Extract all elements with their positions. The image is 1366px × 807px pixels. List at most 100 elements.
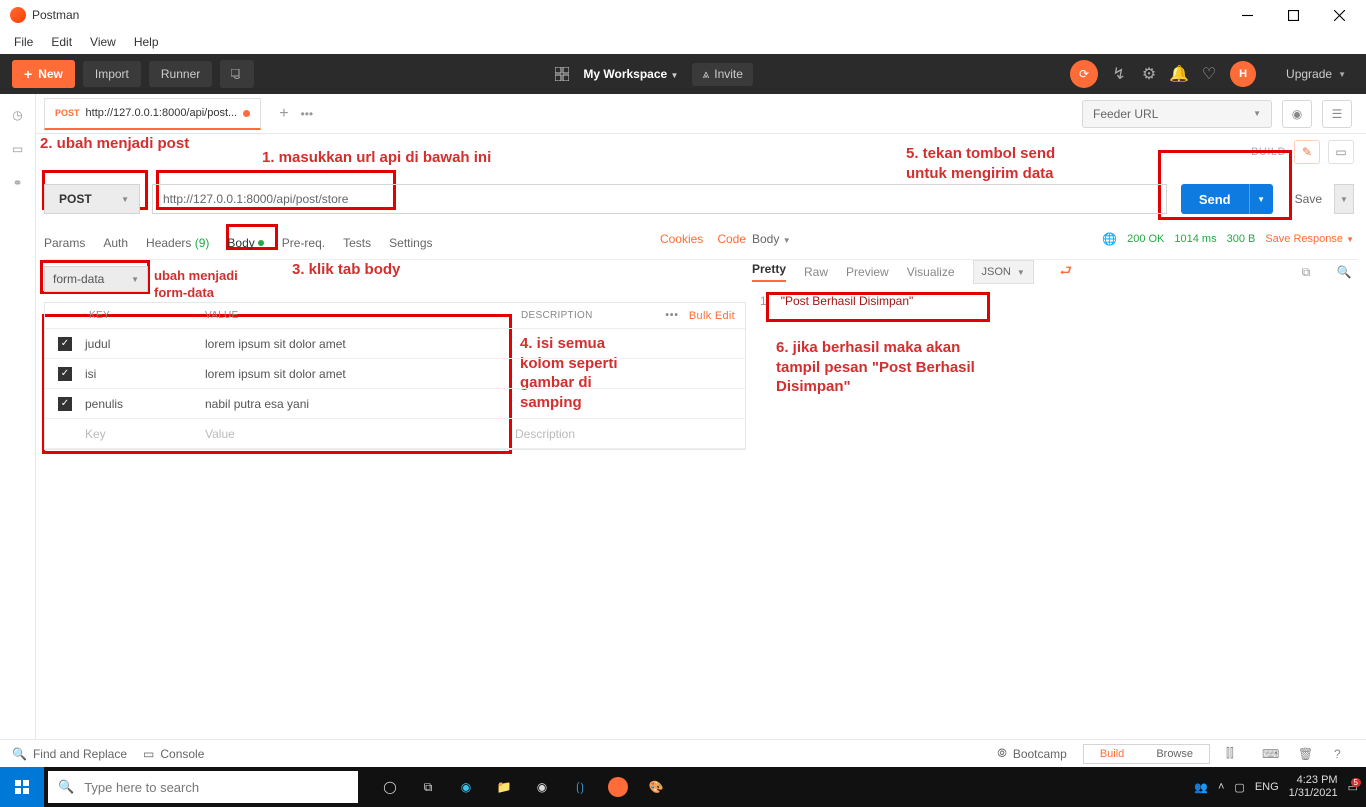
response-body-label[interactable]: Body ▼ <box>752 232 791 246</box>
console-icon: ▭ <box>143 747 154 761</box>
tray-lang[interactable]: ENG <box>1255 781 1279 793</box>
workspace-dropdown[interactable]: My Workspace ▼ <box>583 67 678 81</box>
send-button[interactable]: Send <box>1181 184 1249 214</box>
trash-icon[interactable]: 🗑 <box>1298 747 1318 761</box>
menu-view[interactable]: View <box>84 33 122 51</box>
chrome-icon[interactable]: ◉ <box>528 773 556 801</box>
table-row[interactable]: ✓ penulis nabil putra esa yani <box>45 389 745 419</box>
tab-headers[interactable]: Headers (9) <box>146 236 209 256</box>
runner-button[interactable]: Runner <box>149 61 212 87</box>
import-button[interactable]: Import <box>83 61 141 87</box>
explorer-icon[interactable]: 📁 <box>490 773 518 801</box>
body-type-select[interactable]: form-data▼ <box>44 266 148 292</box>
new-button[interactable]: +New <box>12 60 75 88</box>
tray-expand-icon[interactable]: ˄ <box>1218 781 1224 793</box>
resp-tab-raw[interactable]: Raw <box>804 265 828 279</box>
menu-edit[interactable]: Edit <box>45 33 78 51</box>
tab-body[interactable]: Body <box>227 236 263 256</box>
row-checkbox[interactable]: ✓ <box>58 397 72 411</box>
request-tab[interactable]: POST http://127.0.0.1:8000/api/post... <box>44 98 261 130</box>
env-settings-button[interactable]: ☰ <box>1322 100 1352 128</box>
method-select[interactable]: POST▼ <box>44 184 140 214</box>
menu-file[interactable]: File <box>8 33 39 51</box>
send-dropdown[interactable]: ▼ <box>1249 184 1273 214</box>
annotation-2: 2. ubah menjadi post <box>40 134 189 154</box>
user-avatar[interactable]: H <box>1230 61 1256 87</box>
window-close[interactable] <box>1316 0 1362 30</box>
globe-icon[interactable]: 🌐 <box>1102 232 1117 246</box>
row-checkbox[interactable]: ✓ <box>58 337 72 351</box>
wrap-icon[interactable]: ⮐ <box>1052 260 1080 284</box>
response-panel: Body ▼ 🌐 200 OK 1014 ms 300 B Save Respo… <box>752 232 1354 308</box>
row-checkbox[interactable]: ✓ <box>58 367 72 381</box>
paint-icon[interactable]: 🎨 <box>642 773 670 801</box>
app-icon <box>10 7 26 23</box>
settings-icon[interactable]: ⚙ <box>1140 65 1158 83</box>
favorite-icon[interactable]: ♡ <box>1200 65 1218 83</box>
response-format-select[interactable]: JSON▼ <box>973 260 1034 284</box>
sync-button[interactable]: ⟳ <box>1070 60 1098 88</box>
tab-auth[interactable]: Auth <box>103 236 128 256</box>
notifications-icon[interactable]: 🔔 <box>1170 65 1188 83</box>
upgrade-button[interactable]: Upgrade▼ <box>1278 61 1354 87</box>
tray-people-icon[interactable]: 👥 <box>1194 781 1208 794</box>
postman-icon[interactable] <box>604 773 632 801</box>
table-row[interactable]: ✓ isi lorem ipsum sit dolor amet <box>45 359 745 389</box>
keyboard-icon[interactable]: ⌨ <box>1262 747 1282 761</box>
tray-battery-icon[interactable]: ▢ <box>1234 781 1244 794</box>
resp-tab-pretty[interactable]: Pretty <box>752 262 786 282</box>
build-label: BUILD <box>1251 146 1286 158</box>
window-minimize[interactable] <box>1224 0 1270 30</box>
tray-clock[interactable]: 4:23 PM1/31/2021 <box>1289 774 1338 800</box>
save-button[interactable]: Save <box>1283 184 1334 214</box>
vscode-icon[interactable]: ⟮⟯ <box>566 773 594 801</box>
tab-settings[interactable]: Settings <box>389 236 432 256</box>
resp-tab-visualize[interactable]: Visualize <box>907 265 955 279</box>
console-button[interactable]: ▭Console <box>143 747 204 761</box>
table-row[interactable]: ✓ judul lorem ipsum sit dolor amet <box>45 329 745 359</box>
save-dropdown[interactable]: ▼ <box>1334 184 1354 214</box>
environment-select[interactable]: Feeder URL▼ <box>1082 100 1272 128</box>
body-active-dot-icon <box>258 240 264 246</box>
edge-icon[interactable]: ◉ <box>452 773 480 801</box>
copy-icon[interactable]: ⧉ <box>1296 262 1316 282</box>
tab-overflow-button[interactable] <box>220 60 254 88</box>
history-icon[interactable]: ◷ <box>12 108 22 122</box>
invite-button[interactable]: ⩓Invite <box>692 63 752 86</box>
find-replace-button[interactable]: 🔍Find and Replace <box>12 747 127 761</box>
tab-params[interactable]: Params <box>44 236 85 256</box>
tab-prereq[interactable]: Pre-req. <box>282 236 325 256</box>
start-button[interactable] <box>0 767 44 807</box>
cookies-link[interactable]: Cookies <box>660 232 703 246</box>
code-link[interactable]: Code <box>717 232 746 246</box>
resp-tab-preview[interactable]: Preview <box>846 265 889 279</box>
col-more-icon[interactable]: ••• <box>655 310 689 321</box>
window-maximize[interactable] <box>1270 0 1316 30</box>
bulk-edit-link[interactable]: Bulk Edit <box>689 310 745 322</box>
tab-more-button[interactable]: ••• <box>301 107 314 121</box>
bootcamp-button[interactable]: ⦾Bootcamp <box>997 746 1067 761</box>
table-row-empty[interactable]: Key Value Description <box>45 419 745 449</box>
taskbar-search[interactable]: 🔍Type here to search <box>48 771 358 803</box>
save-response-link[interactable]: Save Response ▼ <box>1265 233 1354 245</box>
apis-icon[interactable]: ⚭ <box>12 176 22 190</box>
edit-icon[interactable]: ✎ <box>1294 140 1320 164</box>
help-icon[interactable]: ? <box>1334 747 1354 761</box>
mode-toggle[interactable]: BuildBrowse <box>1083 744 1210 764</box>
new-tab-button[interactable]: + <box>273 105 294 123</box>
url-input[interactable]: http://127.0.0.1:8000/api/post/store <box>152 184 1167 214</box>
capture-icon[interactable]: ↯ <box>1110 65 1128 83</box>
tray-notifications[interactable]: ▭5 <box>1348 781 1358 794</box>
menu-help[interactable]: Help <box>128 33 165 51</box>
cortana-icon[interactable]: ◯ <box>376 773 404 801</box>
comment-icon[interactable]: ▭ <box>1328 140 1354 164</box>
taskview-icon[interactable]: ⧉ <box>414 773 442 801</box>
left-rail: ◷ ▭ ⚭ <box>0 94 36 739</box>
search-icon[interactable]: 🔍 <box>1334 262 1354 282</box>
tab-tests[interactable]: Tests <box>343 236 371 256</box>
line-number: 1 <box>760 294 767 308</box>
menu-bar: File Edit View Help <box>0 30 1366 54</box>
env-preview-button[interactable]: ◉ <box>1282 100 1312 128</box>
two-pane-icon[interactable]: ⫿⫿ <box>1226 746 1246 761</box>
collections-icon[interactable]: ▭ <box>12 142 23 156</box>
